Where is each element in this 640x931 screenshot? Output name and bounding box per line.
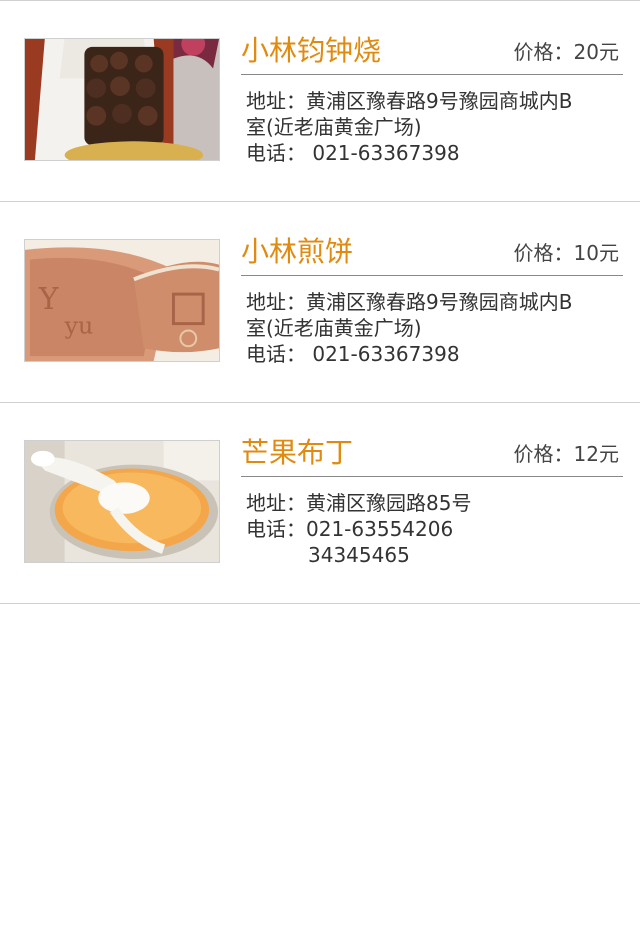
address-line: 地址：黄浦区豫春路9号豫园商城内B (246, 89, 573, 113)
item-price: 价格：20元 (513, 40, 619, 64)
phone-line-secondary[interactable]: 34345465 (246, 542, 616, 568)
food-photo-pancake[interactable]: Y yu (24, 239, 220, 362)
item-info: 地址：黄浦区豫春路9号豫园商城内B 室(近老庙黄金广场) 电话： 021-633… (246, 289, 616, 367)
list-item[interactable]: 芒果布丁 价格：12元 地址：黄浦区豫园路85号 电话：021-63554206… (0, 403, 640, 604)
item-title[interactable]: 芒果布丁 (241, 433, 353, 473)
item-title[interactable]: 小林煎饼 (241, 232, 353, 272)
food-photo-mango-pudding[interactable] (24, 440, 220, 563)
address-line-continued: 室(近老庙黄金广场) (246, 115, 422, 139)
food-photo-dorayaki[interactable] (24, 38, 220, 161)
title-rule (241, 476, 623, 477)
pancake-image: Y yu (25, 240, 219, 361)
item-price: 价格：10元 (513, 241, 619, 265)
address-line: 地址：黄浦区豫园路85号 (246, 491, 472, 515)
phone-line[interactable]: 电话： 021-63367398 (246, 140, 616, 166)
svg-text:yu: yu (64, 312, 94, 340)
item-info: 地址：黄浦区豫春路9号豫园商城内B 室(近老庙黄金广场) 电话： 021-633… (246, 88, 616, 166)
phone-line[interactable]: 电话：021-63554206 (246, 516, 616, 542)
item-price: 价格：12元 (513, 442, 619, 466)
address-line-continued: 室(近老庙黄金广场) (246, 316, 422, 340)
phone-line[interactable]: 电话： 021-63367398 (246, 341, 616, 367)
svg-text:Y: Y (38, 282, 59, 316)
address-line: 地址：黄浦区豫春路9号豫园商城内B (246, 290, 573, 314)
dorayaki-box-image (25, 39, 219, 160)
mango-pudding-image (25, 441, 219, 562)
title-rule (241, 275, 623, 276)
list-item[interactable]: 小林钧钟烧 价格：20元 地址：黄浦区豫春路9号豫园商城内B 室(近老庙黄金广场… (0, 1, 640, 202)
title-rule (241, 74, 623, 75)
item-info: 地址：黄浦区豫园路85号 电话：021-63554206 34345465 (246, 490, 616, 568)
list-item[interactable]: Y yu 小林煎饼 价格：10元 地址：黄浦区豫春路9号豫园商城内B 室(近老庙… (0, 202, 640, 403)
item-title[interactable]: 小林钧钟烧 (241, 31, 381, 71)
food-list: 小林钧钟烧 价格：20元 地址：黄浦区豫春路9号豫园商城内B 室(近老庙黄金广场… (0, 0, 640, 604)
